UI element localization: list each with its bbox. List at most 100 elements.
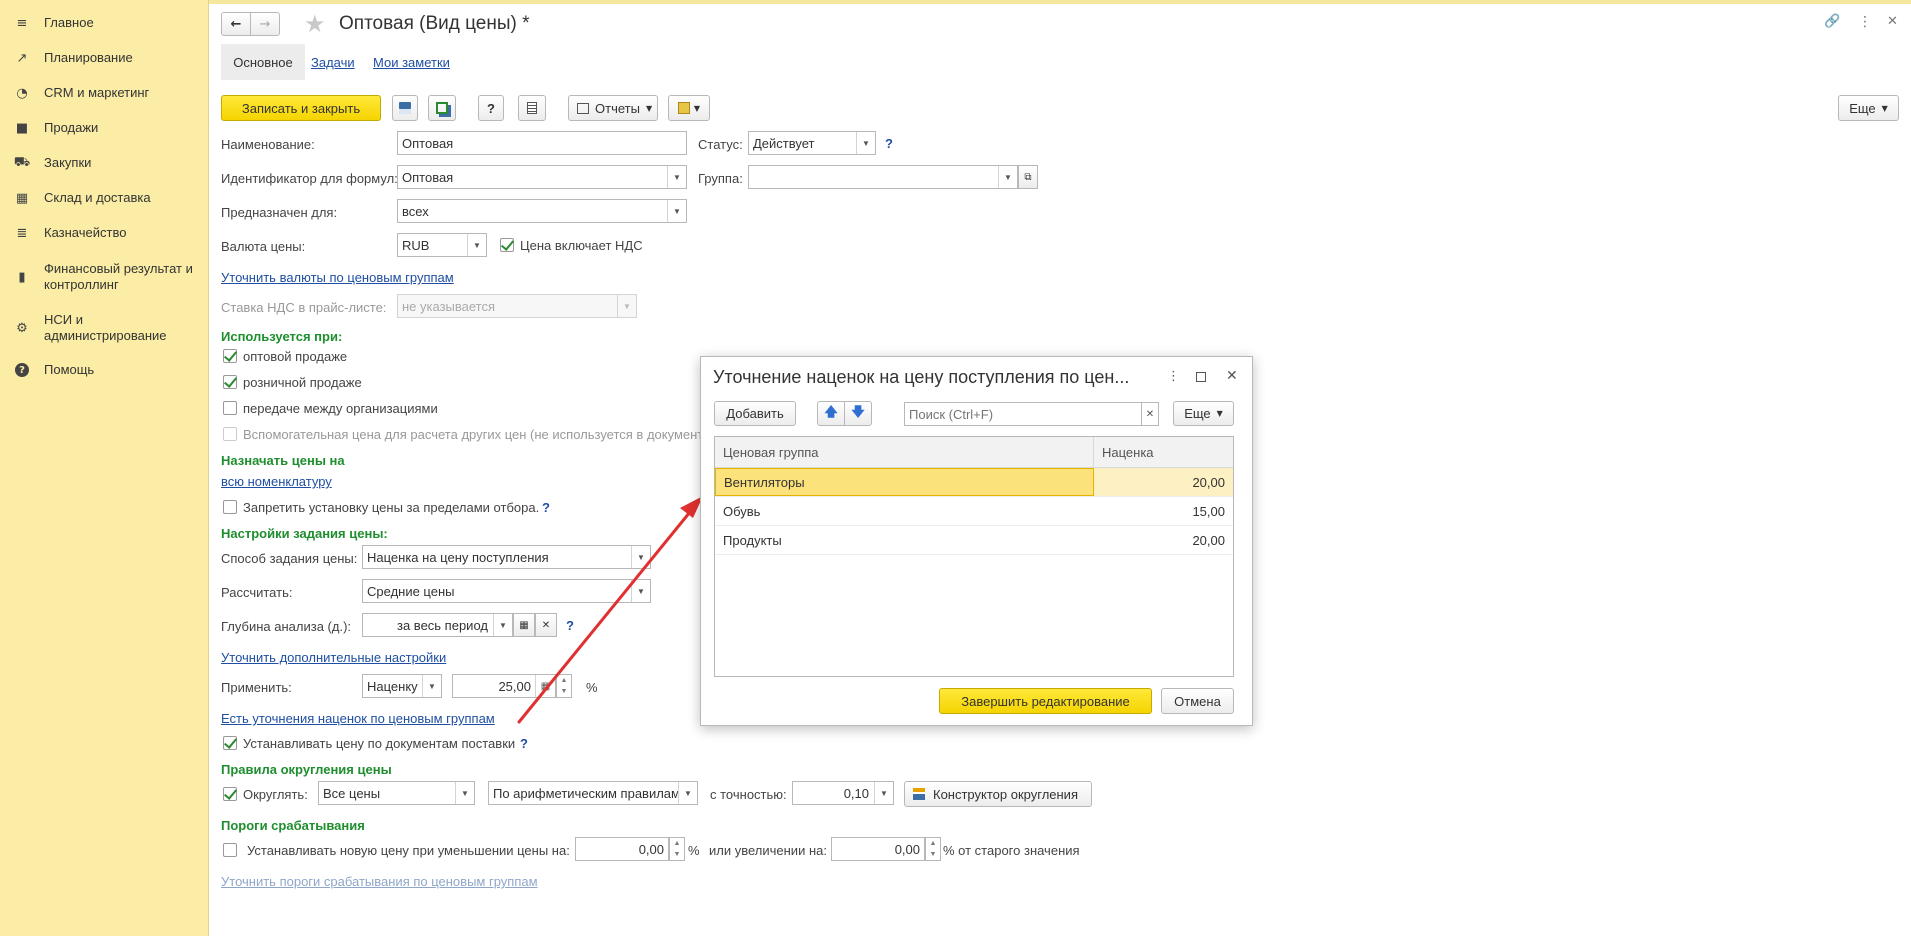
markup-groups-link[interactable]: Есть уточнения наценок по ценовым группа… <box>221 711 495 726</box>
vat-included-checkbox[interactable] <box>500 238 514 252</box>
clear-depth-button[interactable]: ✕ <box>535 613 557 637</box>
cell-group[interactable]: Вентиляторы <box>715 468 1094 496</box>
chevron-down-icon[interactable]: ▼ <box>631 546 650 568</box>
close-icon[interactable]: ✕ <box>1226 368 1238 384</box>
column-header-group[interactable]: Ценовая группа <box>715 437 1094 467</box>
chevron-down-icon[interactable]: ▼ <box>856 132 875 154</box>
sidebar-item-purchases[interactable]: ⛟ Закупки <box>0 155 209 175</box>
calc-select[interactable]: Средние цены ▼ <box>362 579 651 603</box>
decrease-spinner[interactable]: ▲ ▼ <box>669 837 685 861</box>
sidebar-item-sales[interactable]: ■ Продажи <box>0 120 209 140</box>
maximize-icon[interactable] <box>1196 372 1206 382</box>
all-items-link[interactable]: всю номенклатуру <box>221 474 332 489</box>
cell-markup[interactable]: 15,00 <box>1094 497 1233 525</box>
name-input[interactable]: Оптовая <box>397 131 687 155</box>
precision-select[interactable]: 0,10 ▼ <box>792 781 894 805</box>
calculator-icon[interactable]: ▦ <box>535 675 555 697</box>
use-transfer-checkbox[interactable] <box>223 401 237 415</box>
sidebar-item-crm[interactable]: ◔ CRM и маркетинг <box>0 85 209 105</box>
depth-select[interactable]: за весь период ▼ <box>362 613 513 637</box>
sidebar-item-main[interactable]: ≡ Главное <box>0 15 209 35</box>
use-retail-checkbox[interactable] <box>223 375 237 389</box>
sidebar-item-warehouse[interactable]: ▦ Склад и доставка <box>0 190 209 210</box>
apply-select[interactable]: Наценку ▼ <box>362 674 442 698</box>
link-icon[interactable]: 🔗 <box>1824 14 1840 29</box>
use-wholesale-checkbox[interactable] <box>223 349 237 363</box>
status-help-icon[interactable]: ? <box>885 136 893 151</box>
increase-spinner[interactable]: ▲ ▼ <box>925 837 941 861</box>
post-button[interactable] <box>428 95 456 121</box>
set-by-docs-help-icon[interactable]: ? <box>520 736 528 751</box>
dialog-more-button[interactable]: Еще ▼ <box>1173 401 1234 426</box>
tab-main[interactable]: Основное <box>221 44 305 80</box>
round-rule-select[interactable]: По арифметическим правилам ▼ <box>488 781 698 805</box>
list-button[interactable] <box>518 95 546 121</box>
move-down-button[interactable]: 🡇 <box>844 401 872 426</box>
prohibit-help-icon[interactable]: ? <box>542 500 550 515</box>
threshold-decrease-input[interactable]: 0,00 <box>575 837 669 861</box>
forward-button[interactable]: → <box>250 12 280 36</box>
finish-editing-button[interactable]: Завершить редактирование <box>939 688 1152 714</box>
apply-amount-input[interactable]: 25,00 ▦ <box>452 674 556 698</box>
reports-button[interactable]: Отчеты ▼ <box>568 95 658 121</box>
chevron-down-icon[interactable]: ▼ <box>422 675 441 697</box>
close-icon[interactable]: ✕ <box>1887 14 1898 29</box>
chevron-down-icon[interactable]: ▼ <box>678 782 697 804</box>
back-button[interactable]: ← <box>221 12 251 36</box>
chevron-down-icon[interactable]: ▼ <box>998 166 1017 188</box>
cancel-button[interactable]: Отмена <box>1161 688 1234 714</box>
chevron-down-icon[interactable]: ▼ <box>493 614 512 636</box>
depth-help-icon[interactable]: ? <box>566 618 574 633</box>
sidebar-item-help[interactable]: ? Помощь <box>0 362 209 382</box>
intended-select[interactable]: всех ▼ <box>397 199 687 223</box>
cell-markup[interactable]: 20,00 <box>1094 526 1233 554</box>
clarify-currency-link[interactable]: Уточнить валюты по ценовым группам <box>221 270 454 285</box>
save-close-button[interactable]: Записать и закрыть <box>221 95 381 121</box>
print-button[interactable]: ▼ <box>668 95 710 121</box>
tab-tasks[interactable]: Задачи <box>311 44 355 80</box>
cell-group[interactable]: Продукты <box>715 526 1094 554</box>
star-icon[interactable]: ★ <box>304 10 326 38</box>
round-constructor-button[interactable]: Конструктор округления <box>904 781 1092 807</box>
help-button[interactable]: ? <box>478 95 504 121</box>
chevron-down-icon[interactable]: ▼ <box>667 166 686 188</box>
tab-notes[interactable]: Мои заметки <box>373 44 450 80</box>
add-button[interactable]: Добавить <box>714 401 796 426</box>
set-by-docs-checkbox[interactable] <box>223 736 237 750</box>
cell-group[interactable]: Обувь <box>715 497 1094 525</box>
sidebar-item-treasury[interactable]: ≣ Казначейство <box>0 225 209 245</box>
sidebar-item-finance[interactable]: ▮ Финансовый результат и контроллинг <box>0 261 209 297</box>
table-row[interactable]: Обувь 15,00 <box>715 497 1233 526</box>
more-button[interactable]: Еще ▼ <box>1838 95 1899 121</box>
method-select[interactable]: Наценка на цену поступления ▼ <box>362 545 651 569</box>
cell-markup[interactable]: 20,00 <box>1094 468 1233 496</box>
table-row[interactable]: Вентиляторы 20,00 <box>715 468 1233 497</box>
clarify-thresholds-link[interactable]: Уточнить пороги срабатывания по ценовым … <box>221 874 538 889</box>
amount-spinner[interactable]: ▲ ▼ <box>556 674 572 698</box>
prohibit-checkbox[interactable] <box>223 500 237 514</box>
round-which-select[interactable]: Все цены ▼ <box>318 781 475 805</box>
formula-id-input[interactable]: Оптовая ▼ <box>397 165 687 189</box>
sidebar-item-admin[interactable]: ⚙ НСИ и администрирование <box>0 312 209 348</box>
move-up-button[interactable]: 🡅 <box>817 401 845 426</box>
open-group-button[interactable]: ⧉ <box>1018 165 1038 189</box>
sidebar-item-planning[interactable]: ↗ Планирование <box>0 50 209 70</box>
save-button[interactable] <box>392 95 418 121</box>
extra-settings-link[interactable]: Уточнить дополнительные настройки <box>221 650 446 665</box>
chevron-down-icon[interactable]: ▼ <box>467 234 486 256</box>
chevron-down-icon[interactable]: ▼ <box>455 782 474 804</box>
threshold-checkbox[interactable] <box>223 843 237 857</box>
currency-select[interactable]: RUB ▼ <box>397 233 487 257</box>
column-header-markup[interactable]: Наценка <box>1094 437 1233 467</box>
calendar-button[interactable]: ▦ <box>513 613 535 637</box>
chevron-down-icon[interactable]: ▼ <box>874 782 893 804</box>
group-select[interactable]: ▼ <box>748 165 1018 189</box>
more-vertical-icon[interactable]: ⋮ <box>1167 369 1180 384</box>
status-select[interactable]: Действует ▼ <box>748 131 876 155</box>
chevron-down-icon[interactable]: ▼ <box>631 580 650 602</box>
more-vertical-icon[interactable]: ⋮ <box>1858 14 1872 30</box>
table-row[interactable]: Продукты 20,00 <box>715 526 1233 555</box>
threshold-increase-input[interactable]: 0,00 <box>831 837 925 861</box>
round-checkbox[interactable] <box>223 787 237 801</box>
search-input[interactable] <box>904 402 1142 426</box>
